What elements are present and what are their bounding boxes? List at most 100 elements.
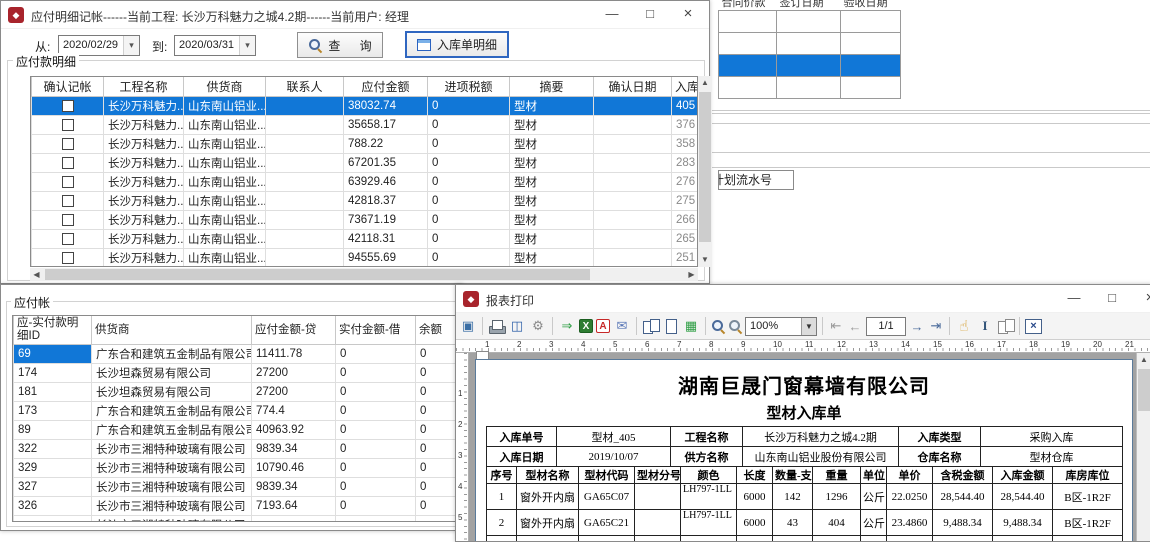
checkbox-cell[interactable]	[32, 211, 104, 230]
titlebar[interactable]: ◆ 应付明细记帐------当前工程: 长沙万科魅力之城4.2期------当前…	[1, 1, 709, 29]
excel-export-icon[interactable]: X	[579, 319, 593, 333]
payable-detail-row[interactable]: 长沙万科魅力...山东南山铝业...42118.310型材265	[32, 230, 698, 249]
payable-account-row[interactable]: 173广东合和建筑五金制品有限公司774.400	[14, 402, 457, 421]
column-header[interactable]: 余额	[416, 316, 457, 345]
confirm-checkbox[interactable]	[62, 176, 74, 188]
column-header[interactable]: 进项税额	[428, 77, 510, 97]
confirm-checkbox[interactable]	[62, 119, 74, 131]
scroll-up-icon[interactable]: ▲	[1137, 353, 1150, 367]
copy-icon[interactable]	[997, 319, 1014, 334]
payable-detail-row[interactable]: 长沙万科魅力...山东南山铝业...788.220型材358	[32, 135, 698, 154]
confirm-checkbox[interactable]	[62, 138, 74, 150]
plan-serial-field[interactable]: 计划流水号	[718, 170, 794, 190]
confirm-checkbox[interactable]	[62, 195, 74, 207]
column-header[interactable]: 摘要	[510, 77, 594, 97]
print-icon[interactable]	[488, 319, 505, 334]
column-header[interactable]: 确认记帐	[32, 77, 104, 97]
table-row-selected[interactable]	[719, 55, 901, 77]
payable-detail-row[interactable]: 长沙万科魅力...山东南山铝业...38032.740型材405	[32, 97, 698, 116]
payable-account-row[interactable]: 181长沙坦森贸易有限公司2720000	[14, 383, 457, 402]
table-row[interactable]	[719, 11, 901, 33]
payable-detail-row[interactable]: 长沙万科魅力...山东南山铝业...63929.460型材276	[32, 173, 698, 192]
settings-gear-icon[interactable]: ⚙	[529, 317, 547, 335]
payable-account-row[interactable]: 89广东合和建筑五金制品有限公司40963.9200	[14, 421, 457, 440]
column-header[interactable]: 联系人	[266, 77, 344, 97]
chevron-down-icon[interactable]: ▾	[123, 36, 139, 55]
single-page-icon[interactable]	[662, 319, 679, 334]
table-row[interactable]	[719, 33, 901, 55]
payable-detail-row[interactable]: 长沙万科魅力...山东南山铝业...35658.170型材376	[32, 116, 698, 135]
payable-account-row[interactable]: 69广东合和建筑五金制品有限公司11411.7800	[14, 345, 457, 364]
scrollbar-thumb[interactable]	[45, 269, 590, 280]
payable-account-row[interactable]: 322长沙市三湘特种玻璃有限公司9839.3400	[14, 440, 457, 459]
checkbox-cell[interactable]	[32, 135, 104, 154]
confirm-checkbox[interactable]	[62, 100, 74, 112]
checkbox-cell[interactable]	[32, 230, 104, 249]
column-header[interactable]: 确认日期	[594, 77, 672, 97]
table-row[interactable]	[719, 77, 901, 99]
checkbox-cell[interactable]	[32, 154, 104, 173]
query-button[interactable]: 查 询	[297, 32, 383, 58]
page-indicator[interactable]: 1/1	[866, 317, 906, 336]
zoom-select[interactable]: 100% ▼	[745, 317, 817, 336]
scroll-down-icon[interactable]: ▼	[698, 253, 712, 267]
checkbox-cell[interactable]	[32, 97, 104, 116]
column-header[interactable]: 应付金额-贷	[252, 316, 336, 345]
pdf-export-icon[interactable]: A	[596, 319, 610, 333]
multi-page-icon[interactable]: ▦	[682, 317, 700, 335]
maximize-button[interactable]: □	[631, 1, 669, 29]
email-icon[interactable]: ✉	[613, 317, 631, 335]
payable-detail-row[interactable]: 长沙万科魅力...山东南山铝业...42818.370型材275	[32, 192, 698, 211]
payable-account-row[interactable]: 329长沙市三湘特种玻璃有限公司10790.4600	[14, 459, 457, 478]
minimize-button[interactable]: —	[593, 1, 631, 29]
checkbox-cell[interactable]	[32, 116, 104, 135]
hand-pan-icon[interactable]: ☝	[955, 317, 973, 335]
payable-account-row[interactable]: 326长沙市三湘特种玻璃有限公司7193.6400	[14, 497, 457, 516]
zoom-out-icon[interactable]	[728, 319, 742, 333]
scroll-right-icon[interactable]: ▶	[685, 268, 698, 281]
page-setup-book-icon[interactable]: ◫	[508, 317, 526, 335]
preview-icon[interactable]: ▣	[459, 317, 477, 335]
titlebar[interactable]: ◆ 报表打印 — □ ×	[456, 285, 1150, 313]
maximize-button[interactable]: □	[1093, 285, 1131, 313]
column-header[interactable]: 工程名称	[104, 77, 184, 97]
inbound-detail-button[interactable]: 入库单明细	[405, 31, 509, 58]
export-icon[interactable]: ⇒	[558, 317, 576, 335]
close-button[interactable]: ×	[1131, 285, 1150, 313]
first-page-icon[interactable]: ⇤	[828, 318, 844, 334]
facing-pages-icon[interactable]	[642, 319, 659, 334]
column-header[interactable]: 应付金额	[344, 77, 428, 97]
payable-account-row[interactable]: 174长沙坦森贸易有限公司2720000	[14, 364, 457, 383]
close-preview-icon[interactable]: ×	[1025, 319, 1042, 334]
column-header[interactable]: 应-实付款明细ID	[14, 316, 92, 345]
payable-detail-row[interactable]: 长沙万科魅力...山东南山铝业...67201.350型材283	[32, 154, 698, 173]
chevron-down-icon[interactable]: ▼	[801, 318, 816, 335]
to-date-combo[interactable]: 2020/03/31 ▾	[174, 35, 256, 56]
scroll-up-icon[interactable]: ▲	[698, 76, 712, 90]
confirm-checkbox[interactable]	[62, 233, 74, 245]
confirm-checkbox[interactable]	[62, 252, 74, 264]
payable-detail-row[interactable]: 长沙万科魅力...山东南山铝业...73671.190型材266	[32, 211, 698, 230]
prev-page-icon[interactable]: ←	[847, 319, 863, 334]
chevron-down-icon[interactable]: ▾	[239, 36, 255, 55]
checkbox-cell[interactable]	[32, 192, 104, 211]
payable-detail-row[interactable]: 长沙万科魅力...山东南山铝业...94555.690型材251	[32, 249, 698, 268]
zoom-in-icon[interactable]	[711, 319, 725, 333]
minimize-button[interactable]: —	[1055, 285, 1093, 313]
scrollbar-thumb[interactable]	[699, 92, 711, 242]
column-header[interactable]: 实付金额-借	[336, 316, 416, 345]
scrollbar-thumb[interactable]	[1138, 369, 1150, 411]
payable-account-row[interactable]: 长沙市三湘特种玻璃有限公司	[14, 516, 457, 523]
confirm-checkbox[interactable]	[62, 157, 74, 169]
column-header[interactable]: 供货商	[92, 316, 252, 345]
close-button[interactable]: ×	[669, 1, 707, 29]
checkbox-cell[interactable]	[32, 249, 104, 268]
column-header[interactable]: 供货商	[184, 77, 266, 97]
next-page-icon[interactable]: →	[909, 319, 925, 334]
payable-account-row[interactable]: 327长沙市三湘特种玻璃有限公司9839.3400	[14, 478, 457, 497]
vertical-scrollbar[interactable]: ▲ ▼	[698, 76, 712, 267]
checkbox-cell[interactable]	[32, 173, 104, 192]
preview-vertical-scrollbar[interactable]: ▲	[1136, 353, 1150, 541]
confirm-checkbox[interactable]	[62, 214, 74, 226]
scroll-left-icon[interactable]: ◀	[30, 268, 43, 281]
